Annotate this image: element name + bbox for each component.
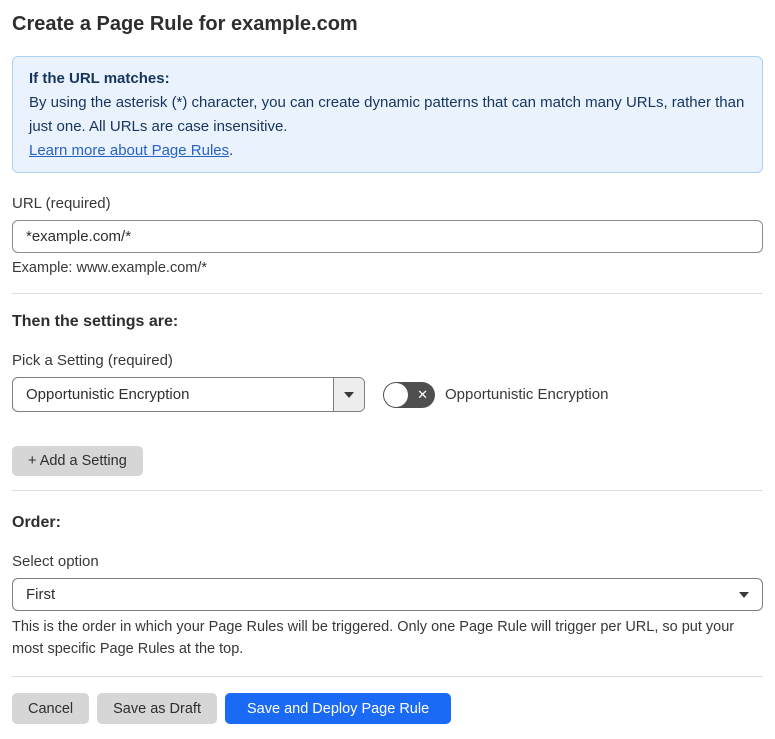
settings-section-heading: Then the settings are: — [12, 313, 179, 330]
url-field-label: URL (required) — [12, 195, 111, 212]
chevron-down-icon — [739, 591, 749, 598]
chevron-down-icon — [344, 391, 354, 398]
order-section-heading: Order: — [12, 514, 61, 531]
select-option-label: Select option — [12, 553, 99, 570]
info-box-link-line: Learn more about Page Rules. — [29, 139, 746, 163]
add-setting-button[interactable]: + Add a Setting — [12, 446, 143, 476]
url-example-helper: Example: www.example.com/* — [12, 260, 208, 276]
learn-more-link[interactable]: Learn more about Page Rules — [29, 142, 229, 159]
order-select-value: First — [26, 586, 56, 603]
save-as-draft-button[interactable]: Save as Draft — [97, 693, 217, 724]
link-suffix: . — [229, 142, 234, 159]
save-and-deploy-button[interactable]: Save and Deploy Page Rule — [224, 693, 452, 724]
toggle-knob-icon — [384, 382, 408, 407]
url-matches-info-box: If the URL matches: By using the asteris… — [12, 56, 763, 173]
divider — [12, 490, 763, 491]
x-icon: ✕ — [417, 386, 428, 402]
divider — [12, 293, 763, 294]
create-page-rule-form: Create a Page Rule for example.com If th… — [0, 0, 775, 739]
info-box-body: By using the asterisk (*) character, you… — [29, 94, 745, 135]
opportunistic-encryption-toggle[interactable]: ✕ — [383, 381, 435, 408]
toggle-label: Opportunistic Encryption — [445, 386, 609, 403]
setting-dropdown-value: Opportunistic Encryption — [26, 386, 190, 403]
order-select[interactable]: First — [12, 578, 763, 611]
order-helper-text: This is the order in which your Page Rul… — [12, 619, 735, 657]
setting-row: Opportunistic Encryption ✕ Opportunistic… — [12, 377, 763, 412]
info-box-heading: If the URL matches: — [29, 70, 170, 87]
page-title: Create a Page Rule for example.com — [12, 13, 358, 35]
footer-actions: Cancel Save as Draft Save and Deploy Pag… — [12, 693, 763, 724]
setting-dropdown[interactable]: Opportunistic Encryption — [12, 377, 365, 412]
divider — [12, 676, 763, 677]
setting-dropdown-arrow-button[interactable] — [333, 378, 364, 411]
cancel-button[interactable]: Cancel — [12, 693, 90, 724]
url-input[interactable] — [12, 220, 763, 253]
pick-setting-label: Pick a Setting (required) — [12, 352, 173, 369]
